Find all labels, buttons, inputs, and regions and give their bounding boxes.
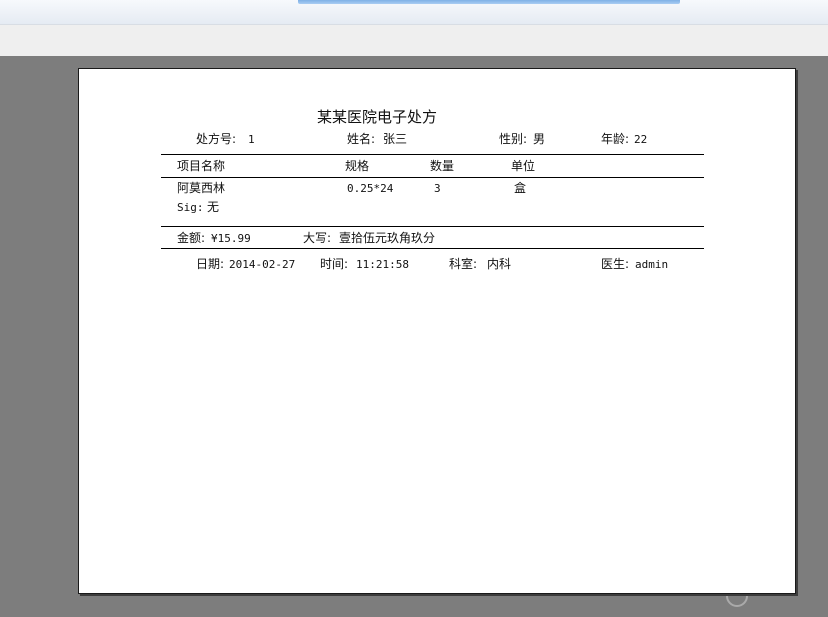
gender-value: 男 [533,132,546,146]
active-tab-indicator[interactable] [298,0,680,4]
sig-label: Sig: [177,201,204,214]
window-titlebar [0,0,828,24]
row-unit: 盒 [514,181,527,195]
gender-label: 性别: [499,132,528,146]
uppercase-amount-value: 壹拾伍元玖角玖分 [339,231,436,245]
name-label: 姓名: [347,132,376,146]
col-item-name: 项目名称 [177,159,226,173]
col-spec: 规格 [345,159,370,173]
date-label: 日期: [196,257,225,271]
amount-rule-top [161,226,704,227]
prescription-title: 某某医院电子处方 [317,108,438,126]
age-label: 年龄: [601,132,630,146]
doctor-label: 医生: [601,257,630,271]
row-spec: 0.25*24 [347,182,394,195]
amount-rule-bottom [161,248,704,249]
uppercase-amount-label: 大写: [303,231,332,245]
amount-value: ¥15.99 [211,232,251,245]
time-value: 11:21:58 [356,258,409,271]
sig-value: 无 [207,200,220,214]
name-value: 张三 [383,132,408,146]
time-label: 时间: [320,257,349,271]
row-qty: 3 [434,182,441,195]
row-item-name: 阿莫西林 [177,181,226,195]
rx-no-value: 1 [248,133,255,146]
col-unit: 单位 [511,159,536,173]
prescription-page: 某某医院电子处方 处方号: 1 姓名: 张三 性别: 男 年龄: 22 项目名称… [78,68,796,594]
header-rule-bottom [161,177,704,178]
col-qty: 数量 [430,159,455,173]
dept-label: 科室: [449,257,478,271]
toolbar [0,24,828,57]
age-value: 22 [634,133,648,146]
doctor-value: admin [635,258,669,271]
date-value: 2014-02-27 [229,258,296,271]
amount-label: 金额: [177,231,206,245]
dept-value: 内科 [487,257,512,271]
rx-no-label: 处方号: [196,132,237,146]
header-rule-top [161,154,704,155]
